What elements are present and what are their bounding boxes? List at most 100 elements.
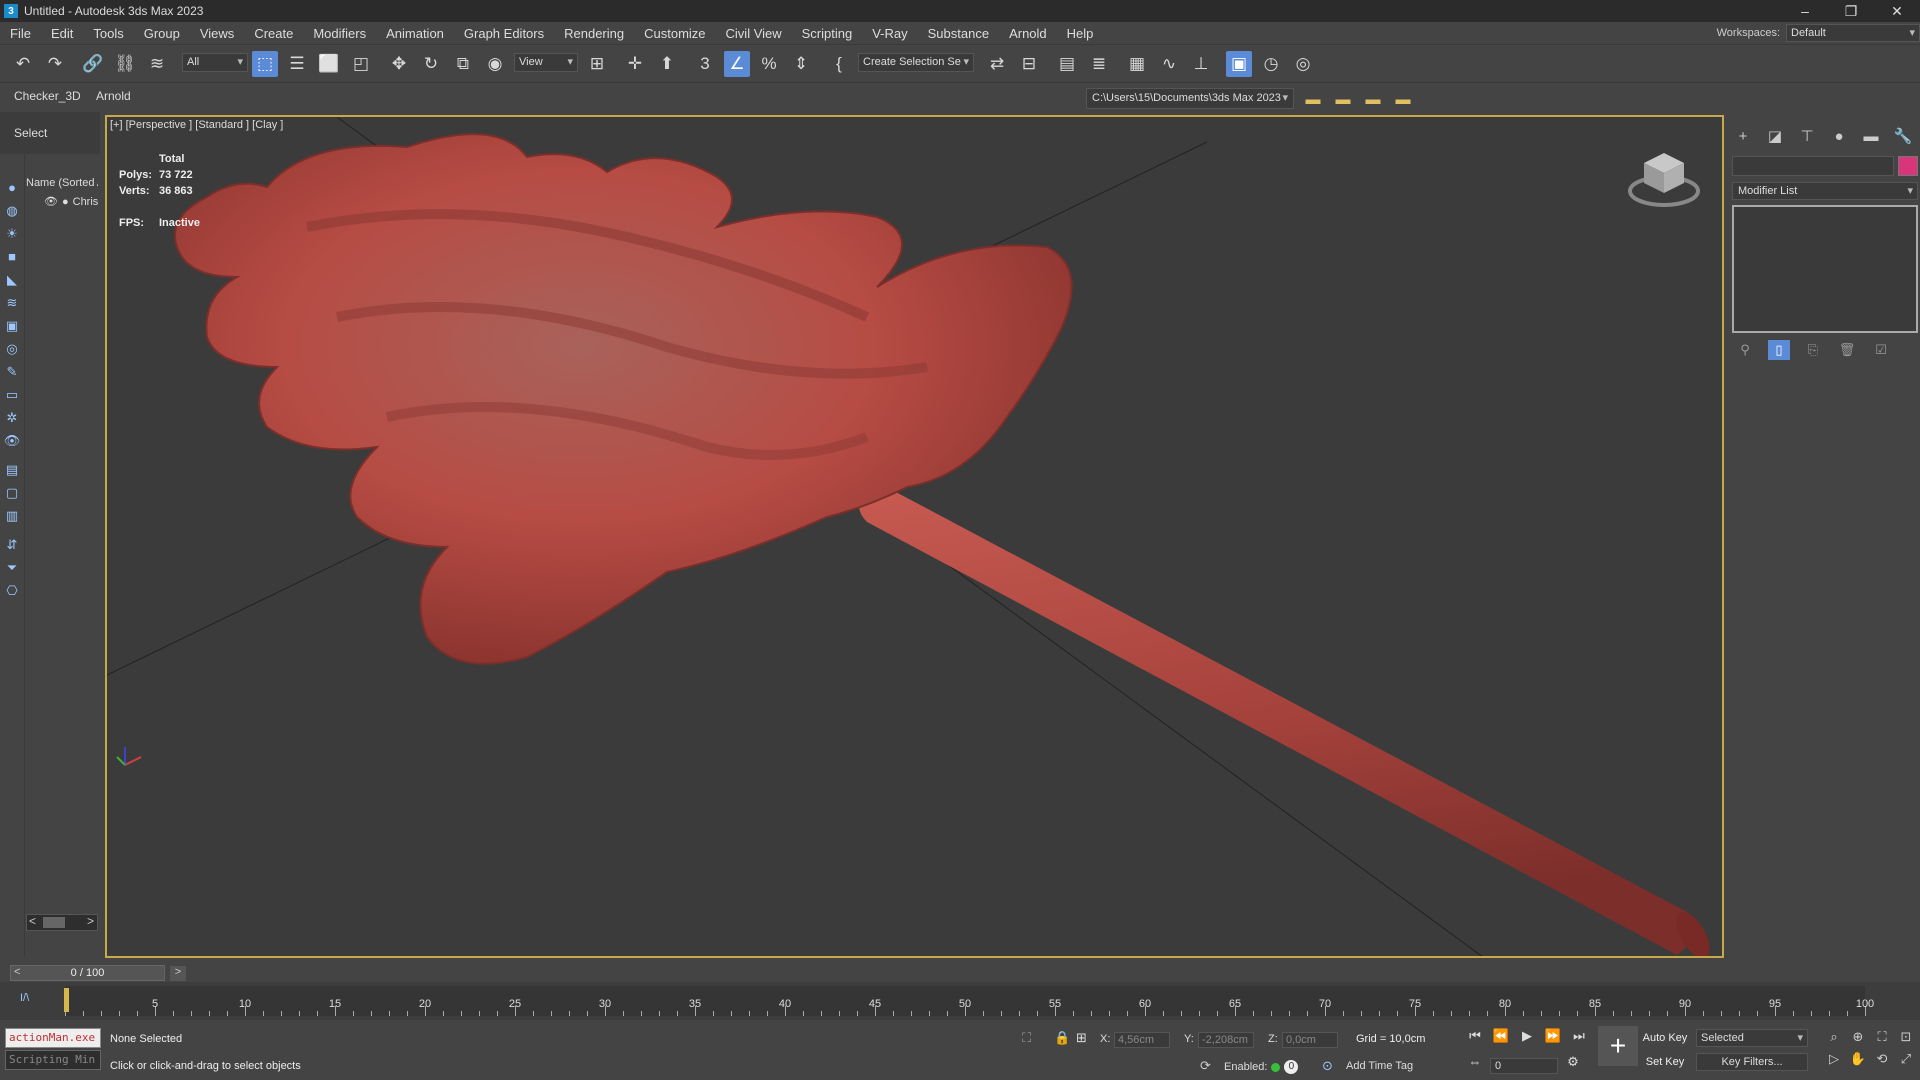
toggle-ribbon-icon[interactable]: ▦ <box>1124 51 1150 77</box>
select-by-name-icon[interactable]: ☰ <box>284 51 310 77</box>
modifier-list-dropdown[interactable]: Modifier List <box>1732 182 1918 200</box>
edit-named-selection-icon[interactable]: { <box>826 51 852 77</box>
perspective-viewport[interactable]: [+] [Perspective ] [Standard ] [Clay ] T… <box>105 115 1724 958</box>
material-editor-icon[interactable]: ▣ <box>1226 51 1252 77</box>
display-bones-icon[interactable]: ✎ <box>0 360 24 383</box>
x-coordinate-field[interactable]: 4,56cm <box>1114 1032 1170 1048</box>
time-slider-next[interactable]: > <box>170 966 186 981</box>
menu-group[interactable]: Group <box>134 26 190 41</box>
display-all-icon[interactable]: ▥ <box>0 504 24 527</box>
y-coordinate-field[interactable]: -2,208cm <box>1198 1032 1254 1048</box>
scroll-thumb[interactable] <box>43 917 65 928</box>
menu-animation[interactable]: Animation <box>376 26 454 41</box>
display-hidden-icon[interactable]: 👁 <box>0 429 24 452</box>
redo-icon[interactable]: ↷ <box>42 51 68 77</box>
auto-key-button[interactable]: Auto Key <box>1642 1029 1688 1047</box>
render-setup-icon[interactable]: ◷ <box>1258 51 1284 77</box>
viewport-label[interactable]: [+] [Perspective ] [Standard ] [Clay ] <box>110 119 283 131</box>
layer-explorer-icon[interactable]: ≣ <box>1086 51 1112 77</box>
menu-graph-editors[interactable]: Graph Editors <box>454 26 554 41</box>
enabled-count[interactable]: 0 <box>1284 1060 1299 1074</box>
scene-list-item[interactable]: 👁 ● Chris <box>44 195 98 209</box>
object-color-swatch[interactable] <box>1898 156 1918 176</box>
scroll-left-icon[interactable]: < <box>29 914 36 928</box>
display-containers-icon[interactable]: ▭ <box>0 383 24 406</box>
menu-tools[interactable]: Tools <box>83 26 133 41</box>
tab-checker-3d[interactable]: Checker_3D <box>14 89 81 103</box>
absolute-mode-icon[interactable]: ⊞ <box>1076 1030 1087 1046</box>
menu-rendering[interactable]: Rendering <box>554 26 634 41</box>
tab-arnold[interactable]: Arnold <box>96 89 131 103</box>
restore-button[interactable]: ❐ <box>1828 0 1874 22</box>
close-button[interactable]: ✕ <box>1874 0 1920 22</box>
adaptive-degradation-icon[interactable]: ⟳ <box>1200 1058 1211 1074</box>
render-frame-icon[interactable]: ◎ <box>1290 51 1316 77</box>
filter-icon[interactable]: ⏷ <box>0 556 24 579</box>
display-cameras-icon[interactable]: ■ <box>0 245 24 268</box>
select-object-icon[interactable]: ⬚ <box>252 51 278 77</box>
menu-customize[interactable]: Customize <box>634 26 715 41</box>
menu-help[interactable]: Help <box>1057 26 1104 41</box>
viewcube-icon[interactable] <box>1626 147 1702 211</box>
select-manipulate-icon[interactable]: ✛ <box>622 51 648 77</box>
minimize-button[interactable]: – <box>1782 0 1828 22</box>
move-icon[interactable]: ✥ <box>386 51 412 77</box>
display-particles-icon[interactable]: ✲ <box>0 406 24 429</box>
menu-file[interactable]: File <box>0 26 41 41</box>
maxscript-listener-output[interactable]: actionMan.exe <box>5 1028 101 1048</box>
pin-stack-icon[interactable]: ⚲ <box>1734 340 1756 360</box>
workspaces-dropdown[interactable]: Default <box>1786 24 1920 42</box>
menu-create[interactable]: Create <box>244 26 303 41</box>
zoom-extents-all-icon[interactable]: ⊡ <box>1894 1026 1918 1048</box>
display-shapes-icon[interactable]: ◍ <box>0 199 24 222</box>
keyboard-shortcut-override-icon[interactable]: ⬆ <box>654 51 680 77</box>
menu-vray[interactable]: V-Ray <box>862 26 917 41</box>
make-unique-icon[interactable]: ⎘ <box>1802 340 1824 360</box>
sort-icon[interactable]: ⇵ <box>0 533 24 556</box>
visibility-eye-icon[interactable]: 👁 <box>44 195 58 208</box>
create-project-icon[interactable]: ▬ <box>1332 88 1354 110</box>
time-tag-icon[interactable]: ⊙ <box>1322 1058 1333 1074</box>
current-frame-field[interactable]: 0 <box>1490 1058 1558 1074</box>
spinner-snap-icon[interactable]: ⇕ <box>788 51 814 77</box>
hierarchy-tab-icon[interactable]: ⊤ <box>1794 124 1820 148</box>
create-tab-icon[interactable]: + <box>1730 124 1756 148</box>
track-bar[interactable]: 5 10 15 20 25 30 35 40 45 50 55 60 65 70 75 80 85 90 95 100 <box>0 982 1920 1020</box>
z-coordinate-field[interactable]: 0,0cm <box>1282 1032 1338 1048</box>
isolate-selection-icon[interactable]: ⛶ <box>1022 1030 1031 1046</box>
display-tab-icon[interactable]: ▬ <box>1858 124 1884 148</box>
selection-filter-dropdown[interactable]: All <box>182 53 248 72</box>
key-mode-icon[interactable]: ⇔ <box>1464 1054 1486 1069</box>
save-project-icon[interactable]: ▬ <box>1362 88 1384 110</box>
zoom-extents-icon[interactable]: ⛶ <box>1870 1026 1894 1048</box>
display-children-icon[interactable]: ▤ <box>0 458 24 481</box>
scene-column-header[interactable]: Name (Sorted A <box>26 177 98 189</box>
window-crossing-icon[interactable]: ◰ <box>348 51 374 77</box>
time-configuration-icon[interactable]: ⚙ <box>1562 1054 1584 1070</box>
previous-frame-icon[interactable]: ⏪ <box>1490 1028 1512 1044</box>
unlink-icon[interactable]: ⛓ <box>112 51 138 77</box>
zoom-icon[interactable]: ⌕ <box>1822 1026 1846 1048</box>
motion-tab-icon[interactable]: ● <box>1826 124 1852 148</box>
display-geometry-icon[interactable]: ● <box>0 176 24 199</box>
placement-icon[interactable]: ◉ <box>482 51 508 77</box>
layer-icon[interactable]: ⎔ <box>0 579 24 602</box>
display-groups-icon[interactable]: ▣ <box>0 314 24 337</box>
object-name-field[interactable] <box>1732 156 1894 176</box>
project-folder-icon[interactable]: ▬ <box>1302 88 1324 110</box>
rectangular-selection-icon[interactable]: ⬜ <box>316 51 342 77</box>
link-icon[interactable]: 🔗 <box>80 51 106 77</box>
reference-coordinate-dropdown[interactable]: View <box>514 53 578 72</box>
add-time-tag-button[interactable]: Add Time Tag <box>1346 1060 1413 1072</box>
menu-views[interactable]: Views <box>190 26 244 41</box>
menu-substance[interactable]: Substance <box>918 26 999 41</box>
key-filters-button[interactable]: Key Filters... <box>1696 1053 1808 1071</box>
display-lights-icon[interactable]: ☀ <box>0 222 24 245</box>
set-key-button[interactable]: Set Key <box>1642 1053 1688 1071</box>
snaps-toggle-icon[interactable]: 3 <box>692 51 718 77</box>
mirror-icon[interactable]: ⇄ <box>984 51 1010 77</box>
display-space-warps-icon[interactable]: ≋ <box>0 291 24 314</box>
utilities-tab-icon[interactable]: 🔧 <box>1890 124 1916 148</box>
maxscript-mini-listener[interactable]: Scripting Min <box>5 1050 101 1070</box>
set-keys-icon[interactable]: + <box>1598 1026 1638 1066</box>
